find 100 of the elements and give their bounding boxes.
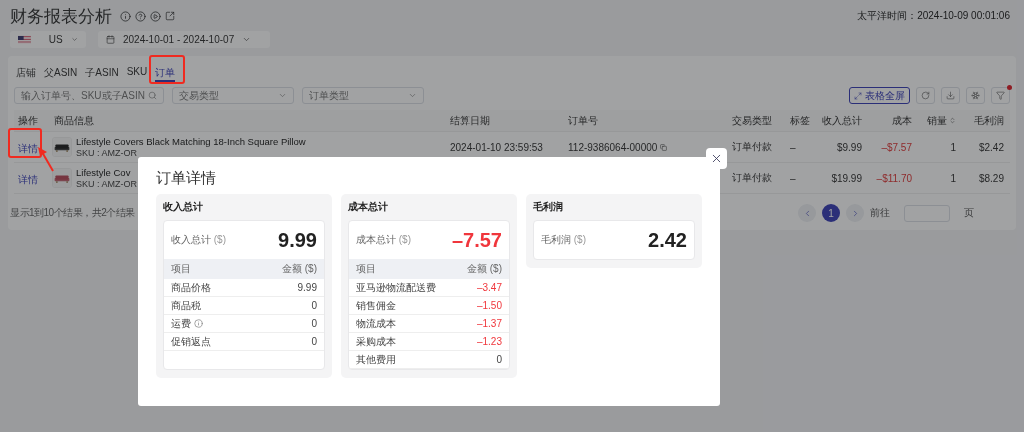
play-icon[interactable]: [150, 10, 161, 22]
chevron-down-icon: [408, 91, 417, 100]
tab[interactable]: 父ASIN: [44, 64, 78, 82]
item-label: 其他费用: [356, 352, 396, 367]
column-header: 标签: [789, 113, 811, 128]
refresh-icon: [921, 91, 930, 100]
tab[interactable]: SKU: [126, 64, 148, 82]
copy-icon: [660, 143, 668, 151]
goto-label: 前往: [870, 206, 890, 220]
item-label: 物流成本: [356, 316, 396, 331]
dialog-title: 订单详情: [156, 169, 217, 188]
date-range-select[interactable]: 2024-10-01 - 2024-10-07: [98, 31, 270, 48]
column-header: 商品信息: [53, 113, 95, 128]
expand-icon: [854, 91, 862, 100]
item-label: 促销返点: [171, 334, 211, 349]
product-title: Lifestyle Covers Black Matching 18-Inch Square Pillow: [76, 136, 306, 147]
table-cell-text: 2024-01-10 23:59:53: [449, 141, 544, 153]
total-label: 毛利润 ($): [541, 233, 586, 247]
country-select[interactable]: US: [10, 31, 86, 48]
tab[interactable]: 订单: [155, 64, 176, 82]
tab[interactable]: 子ASIN: [85, 64, 119, 82]
calendar-icon: [106, 35, 115, 44]
table-cell-text: –$11.70: [875, 172, 913, 184]
column-header: 销量: [916, 113, 960, 128]
download-button[interactable]: [941, 87, 960, 104]
item-value: –1.37: [476, 318, 502, 329]
total-value: –7.57: [451, 228, 502, 252]
page-title: 财务报表分析: [10, 5, 112, 28]
chevron-down-icon: [278, 91, 287, 100]
header-text: 金额 ($): [467, 262, 502, 276]
item-value: 0: [311, 300, 317, 311]
table-cell-text: 订单付款: [731, 140, 773, 154]
flag-icon: [18, 34, 31, 45]
type-select[interactable]: 交易类型: [172, 87, 294, 104]
details-link[interactable]: 详情: [14, 174, 42, 185]
column-header: 收入总计: [821, 113, 863, 128]
item-value: –1.23: [476, 336, 502, 347]
table-cell-text: $2.42: [977, 141, 1005, 153]
table-cell-text: 订单付款: [731, 171, 773, 185]
table-cell-text: 1: [949, 172, 957, 184]
results-summary: 显示1到10个结果，共2个结果: [10, 206, 135, 220]
column-header: 操作: [17, 113, 39, 128]
tab[interactable]: 店铺: [16, 64, 36, 82]
details-link[interactable]: 详情: [14, 143, 42, 154]
panel-title: 成本总计: [348, 200, 389, 214]
item-value: –3.47: [476, 282, 502, 293]
item-label: 销售佣金: [356, 298, 396, 313]
header-text: 金额 ($): [282, 262, 317, 276]
filter-icon: [996, 91, 1005, 100]
total-label: 成本总计 ($): [356, 233, 411, 247]
table-cell-text: –: [789, 172, 797, 184]
annotation-box: [149, 55, 185, 84]
item-label: 运费: [171, 316, 203, 331]
total-value: 9.99: [278, 228, 317, 252]
refresh-button[interactable]: [916, 87, 935, 104]
total-label: 收入总计 ($): [171, 233, 226, 247]
product-sku: SKU : AMZ-OR: [76, 148, 138, 158]
item-value: 9.99: [297, 282, 317, 293]
fullscreen-button[interactable]: 表格全屏: [849, 87, 910, 104]
column-header: 毛利润: [973, 113, 1005, 128]
table-cell-text: $8.29: [977, 172, 1005, 184]
table-cell-text: –$7.57: [880, 141, 913, 153]
freeze-button[interactable]: [966, 87, 985, 104]
item-label: 商品价格: [171, 280, 211, 295]
timezone-text: 太平洋时间：2024-10-09 00:01:06: [857, 9, 1010, 23]
column-header: 成本: [891, 113, 913, 128]
header-text: 项目: [356, 262, 376, 276]
info-icon[interactable]: [194, 319, 203, 328]
filter-button[interactable]: [991, 87, 1010, 104]
external-link-icon[interactable]: [165, 11, 175, 21]
column-header: 交易类型: [731, 113, 773, 128]
item-value: 0: [496, 354, 502, 365]
page-button[interactable]: 1: [822, 204, 840, 222]
item-label: 亚马逊物流配送费: [356, 280, 436, 295]
table-cell-text: –: [789, 141, 797, 153]
table-cell: 112-9386064-00000: [568, 141, 658, 153]
table-cell-text: $9.99: [835, 141, 863, 153]
annotation-arrow: [36, 146, 56, 172]
help-icon[interactable]: [135, 10, 146, 22]
search-icon: [148, 91, 157, 100]
item-label: 采购成本: [356, 334, 396, 349]
chevron-down-icon: [70, 35, 78, 44]
column-header: 结算日期: [449, 113, 491, 128]
item-value: 0: [311, 318, 317, 329]
product-title: Lifestyle Cov: [76, 167, 132, 178]
item-value: –1.50: [476, 300, 502, 311]
table-cell-text: $19.99: [830, 172, 863, 184]
info-icon[interactable]: [120, 10, 131, 22]
chevron-down-icon: [242, 35, 252, 44]
item-value: 0: [311, 336, 317, 347]
search-field[interactable]: 输入订单号、SKU或子ASIN: [14, 87, 164, 104]
header-text: 项目: [171, 262, 191, 276]
total-value: 2.42: [648, 228, 687, 252]
type-select[interactable]: 订单类型: [302, 87, 424, 104]
table-cell-text: 1: [949, 141, 957, 153]
product-sku: SKU : AMZ-OR: [76, 179, 137, 189]
panel-title: 收入总计: [163, 200, 204, 214]
column-header: 订单号: [567, 113, 599, 128]
snowflake-icon: [971, 91, 980, 100]
close-icon: [710, 152, 723, 165]
